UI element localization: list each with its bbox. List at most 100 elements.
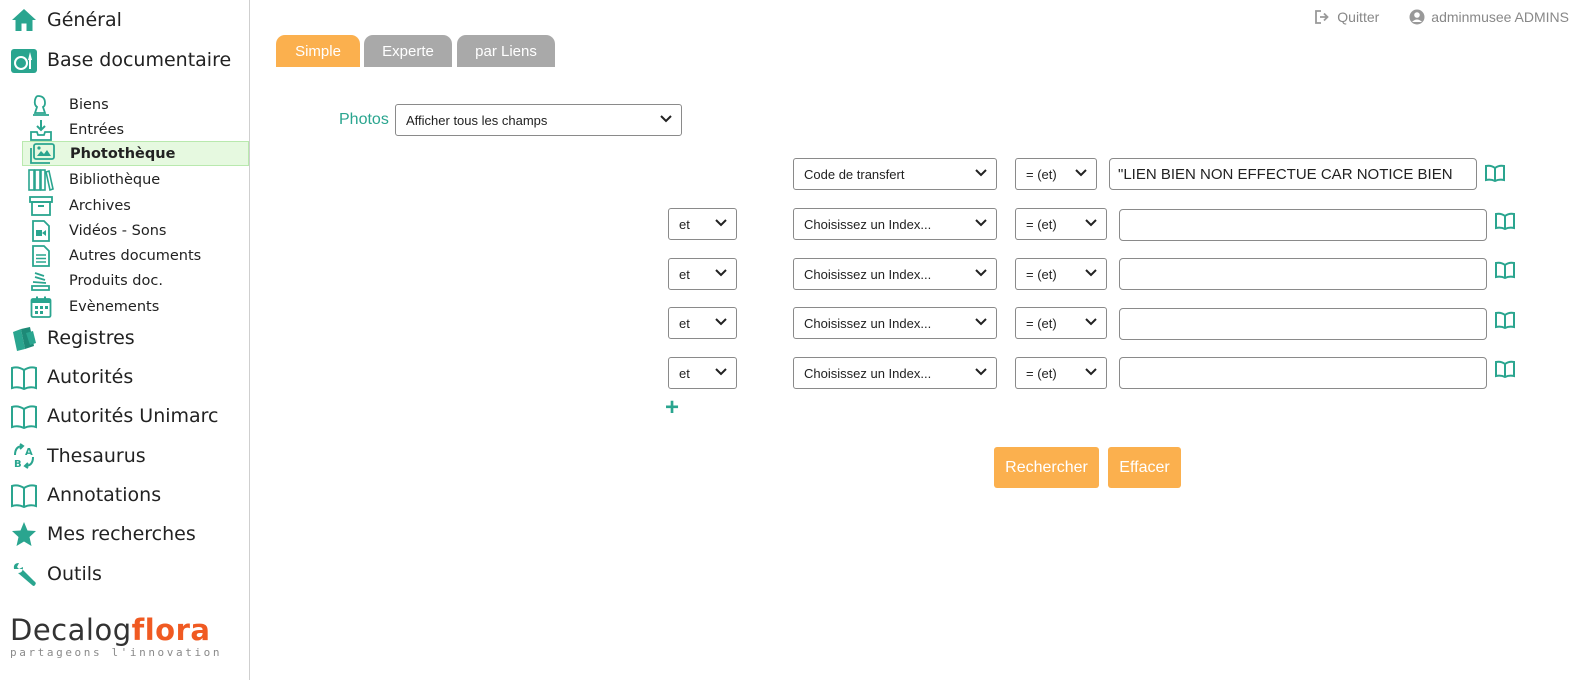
criteria-field-select[interactable]: Choisissez un Index...: [793, 208, 997, 240]
sidebar-item-label: Evènements: [69, 298, 160, 315]
sidebar-item-evenements[interactable]: Evènements: [22, 294, 249, 319]
criteria-operator-select[interactable]: = (et): [1015, 357, 1107, 389]
criteria-connector-select[interactable]: et: [668, 258, 737, 290]
archive-box-icon: [28, 194, 54, 218]
criteria-connector-select[interactable]: et: [668, 307, 737, 339]
criteria-operator-select[interactable]: = (et): [1015, 208, 1107, 240]
books-icon: [28, 168, 54, 192]
sidebar-item-bibliotheque[interactable]: Bibliothèque: [22, 167, 249, 192]
nav-base-documentaire[interactable]: Base documentaire: [10, 46, 231, 74]
chevron-down-icon: [660, 115, 672, 123]
criteria-value-input[interactable]: "LIEN BIEN NON EFFECTUE CAR NOTICE BIEN: [1109, 158, 1477, 190]
criteria-field-select[interactable]: Code de transfert: [793, 158, 997, 190]
calendar-icon: [28, 295, 54, 319]
add-criteria-button[interactable]: +: [665, 396, 679, 420]
logo-tagline: partageons l'innovation: [10, 646, 223, 659]
criteria-field-value: Choisissez un Index...: [804, 365, 932, 381]
stack-icon: [28, 269, 54, 293]
criteria-value-input[interactable]: [1119, 357, 1487, 389]
thesaurus-ab-icon: AB: [10, 442, 38, 470]
user-menu[interactable]: adminmusee ADMINS: [1409, 9, 1569, 25]
criteria-connector-select[interactable]: et: [668, 208, 737, 240]
topbar: Quitter adminmusee ADMINS: [1315, 9, 1569, 25]
criteria-field-select[interactable]: Choisissez un Index...: [793, 258, 997, 290]
criteria-value-input[interactable]: [1119, 308, 1487, 340]
bust-icon: [28, 93, 54, 117]
nav-annotations-label: Annotations: [47, 484, 162, 506]
logo-word-flora: flora: [131, 613, 211, 647]
open-book-icon[interactable]: [1495, 360, 1515, 378]
open-book-icon[interactable]: [1485, 164, 1505, 182]
home-icon: [10, 6, 38, 34]
open-book-icon[interactable]: [1495, 212, 1515, 230]
fields-display-select-value: Afficher tous les champs: [406, 112, 548, 128]
chevron-down-icon: [1085, 269, 1097, 277]
sidebar-item-phototheque[interactable]: Photothèque: [22, 141, 249, 166]
search-button[interactable]: Rechercher: [994, 447, 1099, 488]
sidebar-item-archives[interactable]: Archives: [22, 193, 249, 218]
criteria-value-input[interactable]: [1119, 258, 1487, 290]
chevron-down-icon: [715, 368, 727, 376]
criteria-operator-select[interactable]: = (et): [1015, 158, 1097, 190]
fields-display-select[interactable]: Afficher tous les champs: [395, 104, 682, 136]
sidebar-item-entrees[interactable]: Entrées: [22, 117, 249, 142]
tab-simple[interactable]: Simple: [276, 35, 360, 67]
nav-mes-recherches[interactable]: Mes recherches: [10, 520, 196, 548]
sidebar-item-biens[interactable]: Biens: [22, 92, 249, 117]
chevron-down-icon: [975, 219, 987, 227]
chevron-down-icon: [975, 368, 987, 376]
open-book-icon[interactable]: [1495, 261, 1515, 279]
nav-general-label: Général: [47, 9, 122, 31]
open-book-icon[interactable]: [1495, 311, 1515, 329]
sidebar-item-label: Photothèque: [70, 145, 176, 162]
nav-registres[interactable]: Registres: [10, 324, 135, 352]
sidebar-item-label: Biens: [69, 96, 109, 113]
quit-link[interactable]: Quitter: [1315, 9, 1379, 25]
nav-base-documentaire-label: Base documentaire: [47, 49, 232, 71]
nav-general[interactable]: Général: [10, 6, 122, 34]
document-base-icon: [10, 46, 38, 74]
photos-label: Photos: [339, 111, 389, 128]
svg-text:B: B: [14, 459, 22, 469]
criteria-value-input[interactable]: [1119, 209, 1487, 241]
criteria-operator-value: = (et): [1026, 315, 1057, 331]
chevron-down-icon: [715, 269, 727, 277]
open-book-icon: [10, 363, 38, 391]
svg-text:A: A: [25, 447, 33, 458]
nav-outils[interactable]: Outils: [10, 560, 102, 588]
sidebar-item-label: Produits doc.: [69, 272, 163, 289]
criteria-field-select[interactable]: Choisissez un Index...: [793, 357, 997, 389]
wrench-icon: [10, 560, 38, 588]
chevron-down-icon: [1085, 318, 1097, 326]
video-file-icon: [28, 219, 54, 243]
sidebar-item-produits-doc[interactable]: Produits doc.: [22, 268, 249, 293]
sign-out-icon: [1315, 10, 1330, 24]
criteria-field-value: Choisissez un Index...: [804, 216, 932, 232]
register-books-icon: [10, 324, 38, 352]
sidebar-item-autres-documents[interactable]: Autres documents: [22, 243, 249, 268]
clear-button[interactable]: Effacer: [1108, 447, 1181, 488]
chevron-down-icon: [715, 318, 727, 326]
sidebar-item-videos-sons[interactable]: Vidéos - Sons: [22, 218, 249, 243]
chevron-down-icon: [1075, 169, 1087, 177]
criteria-connector-select[interactable]: et: [668, 357, 737, 389]
chevron-down-icon: [1085, 368, 1097, 376]
criteria-field-select[interactable]: Choisissez un Index...: [793, 307, 997, 339]
tab-par-liens[interactable]: par Liens: [457, 35, 555, 67]
criteria-connector-value: et: [679, 365, 690, 381]
nav-thesaurus[interactable]: AB Thesaurus: [10, 442, 146, 470]
nav-outils-label: Outils: [47, 563, 102, 585]
nav-thesaurus-label: Thesaurus: [47, 445, 146, 467]
criteria-connector-value: et: [679, 216, 690, 232]
nav-annotations[interactable]: Annotations: [10, 481, 161, 509]
tab-experte[interactable]: Experte: [364, 35, 452, 67]
chevron-down-icon: [715, 219, 727, 227]
logo-word-decalog: Decalog: [10, 613, 132, 647]
criteria-operator-value: = (et): [1026, 166, 1057, 182]
criteria-operator-select[interactable]: = (et): [1015, 307, 1107, 339]
decalog-flora-logo: Decalogflora partageons l'innovation: [10, 614, 222, 659]
nav-autorites-unimarc[interactable]: Autorités Unimarc: [10, 402, 219, 430]
sidebar-item-label: Bibliothèque: [69, 171, 161, 188]
nav-autorites[interactable]: Autorités: [10, 363, 133, 391]
criteria-operator-select[interactable]: = (et): [1015, 258, 1107, 290]
